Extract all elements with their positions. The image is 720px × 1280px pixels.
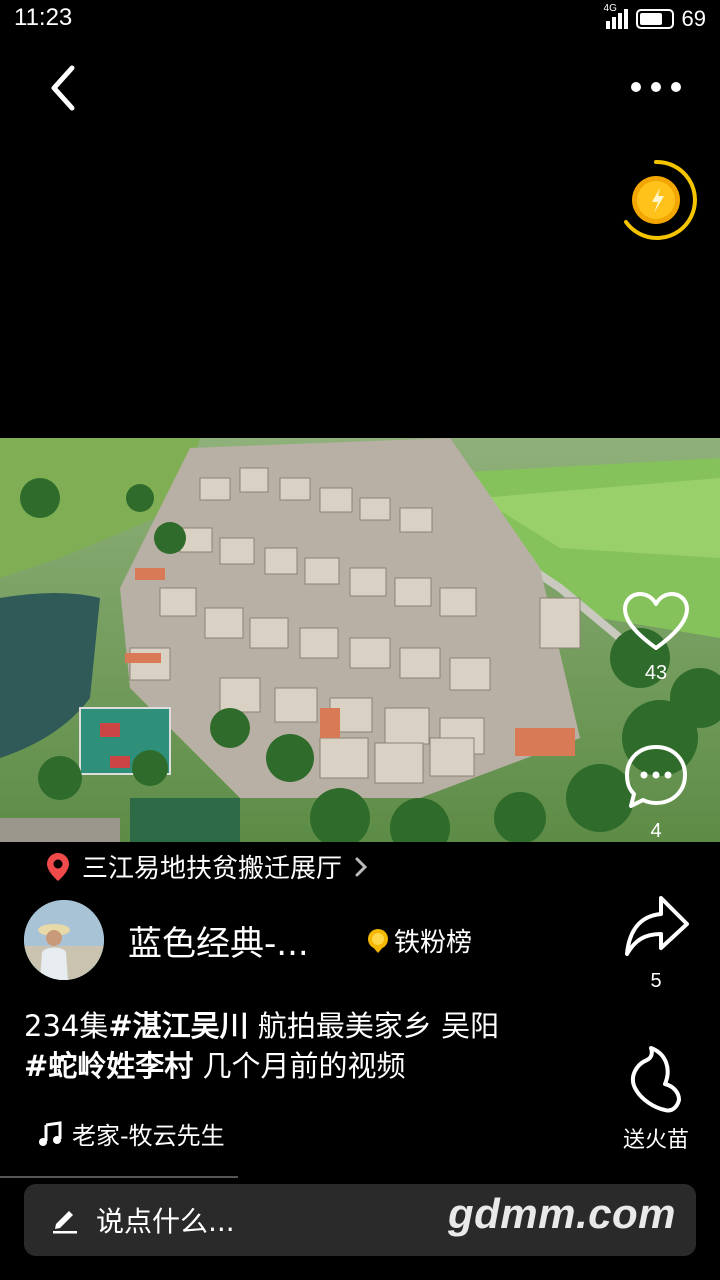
hashtag-link[interactable]: #蛇岭姓李村 (24, 1049, 193, 1083)
like-action[interactable]: 43 (611, 590, 701, 685)
gift-label: 送火苗 (622, 1128, 689, 1153)
avatar-image (24, 900, 104, 980)
location-pin-icon (47, 852, 69, 881)
caption-text: 几个月前的视频 (193, 1049, 406, 1083)
back-icon (51, 65, 75, 111)
location-tag[interactable]: 三江易地扶贫搬迁展厅 (46, 848, 368, 885)
gift-fire-action[interactable]: 送火苗 (611, 1044, 701, 1154)
share-count: 5 (650, 970, 662, 992)
location-label: 三江易地扶贫搬迁展厅 (82, 854, 343, 884)
flame-icon (630, 1046, 681, 1113)
caption-episode: 234集 (24, 1009, 109, 1043)
status-indicators: 4G 69 (604, 3, 706, 32)
comment-count: 4 (650, 820, 662, 842)
coin-icon (624, 159, 697, 240)
chevron-right-icon (355, 857, 368, 876)
music-label: 老家-牧云先生 (72, 1122, 225, 1150)
more-icon (631, 82, 681, 92)
avatar[interactable] (24, 900, 104, 980)
coin-reward-button[interactable] (614, 158, 698, 242)
author-username[interactable]: 蓝色经典-... (128, 916, 309, 965)
heart-icon (623, 592, 689, 650)
fan-leaderboard-label: 铁粉榜 (394, 928, 473, 958)
signal-icon: 4G (604, 3, 628, 29)
video-progress-bar[interactable] (0, 1176, 238, 1178)
share-icon (625, 896, 689, 956)
fan-medal-icon (368, 928, 388, 953)
network-type: 4G (603, 3, 617, 14)
fan-leaderboard-badge[interactable]: 铁粉榜 (366, 922, 472, 959)
music-note-icon (39, 1120, 62, 1146)
back-button[interactable] (44, 62, 84, 114)
music-tag[interactable]: 老家-牧云先生 (38, 1116, 225, 1151)
like-count: 43 (644, 662, 668, 684)
more-button[interactable] (628, 74, 684, 100)
battery-level: 69 (681, 6, 706, 31)
hashtag-link[interactable]: #湛江吴川 (108, 1009, 248, 1043)
battery-icon (635, 9, 674, 29)
status-time: 11:23 (14, 4, 73, 31)
comment-action[interactable]: 4 (611, 742, 701, 843)
video-caption: 234集#湛江吴川 航拍最美家乡 吴阳 #蛇岭姓李村 几个月前的视频 (24, 1006, 584, 1086)
share-action[interactable]: 5 (611, 892, 701, 993)
comment-icon (625, 745, 687, 808)
caption-text: 航拍最美家乡 吴阳 (248, 1009, 500, 1043)
watermark: gdmm.com (448, 1190, 677, 1237)
pencil-icon (53, 1211, 77, 1234)
comment-placeholder[interactable]: 说点什么... (96, 1200, 235, 1240)
